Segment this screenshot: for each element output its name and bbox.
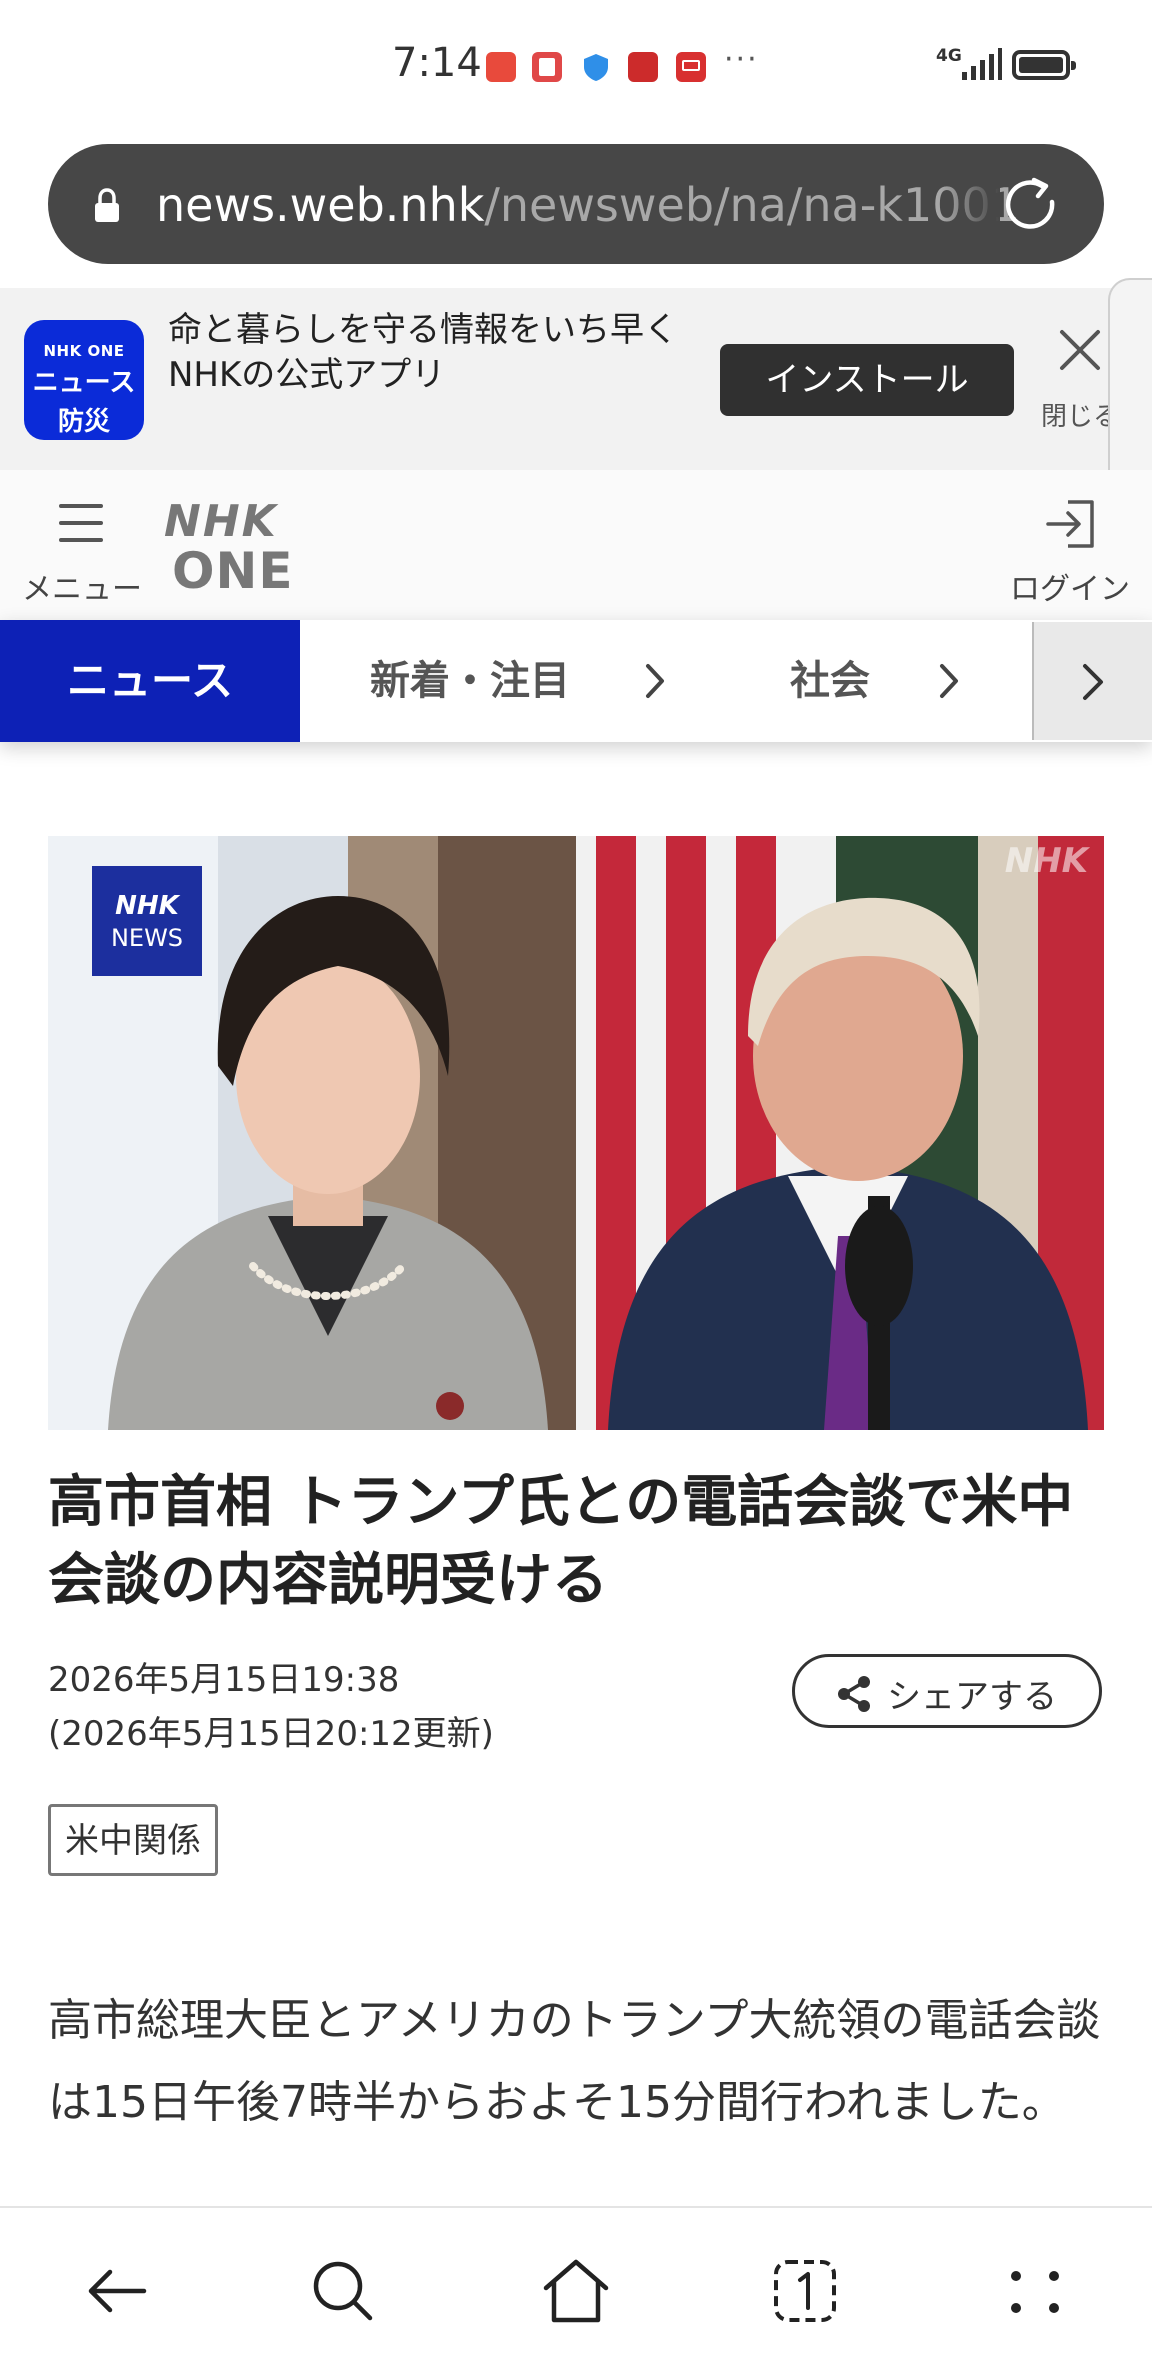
- nhk-watermark: NHK: [1005, 841, 1091, 881]
- updated-date: (2026年5月15日20:12更新): [48, 1714, 494, 1754]
- install-button[interactable]: インストール: [720, 344, 1014, 416]
- search-icon[interactable]: [306, 2254, 380, 2328]
- nav-tab-new-arrivals[interactable]: 新着・注目: [370, 620, 570, 742]
- login-icon[interactable]: [1044, 498, 1098, 550]
- menu-icon[interactable]: [56, 500, 106, 546]
- network-type-label: 4G: [936, 46, 962, 66]
- shield-icon: [584, 54, 608, 81]
- nhk-news-badge-top: NHK: [115, 891, 181, 921]
- topic-tag[interactable]: 米中関係: [48, 1804, 218, 1876]
- reload-icon[interactable]: [996, 172, 1064, 240]
- url-text[interactable]: news.web.nhk/newsweb/na/na-k1001: [156, 178, 1020, 232]
- menu-label[interactable]: メニュー: [22, 564, 142, 608]
- nhk-app-icon[interactable]: NHK ONE ニュース 防災: [24, 320, 144, 440]
- article-title: 高市首相 トランプ氏との電話会談で米中会談の内容説明受ける: [48, 1470, 1074, 1613]
- article-body: 高市総理大臣とアメリカのトランプ大統領の電話会談は15日午後7時半からおよそ15…: [48, 1995, 1101, 2128]
- lock-icon: [95, 188, 119, 222]
- url-fade-overlay: [940, 150, 1000, 258]
- chevron-right-icon: [646, 664, 664, 698]
- nhk-news-badge-bottom: NEWS: [111, 924, 183, 952]
- share-icon: [838, 1676, 870, 1712]
- share-button[interactable]: シェアする: [792, 1654, 1102, 1728]
- home-icon[interactable]: [538, 2254, 614, 2328]
- chevron-right-icon: [940, 664, 958, 698]
- nav-tab-society[interactable]: 社会: [790, 620, 870, 742]
- huawei-app-icon: [486, 52, 516, 82]
- banner-line2: NHKの公式アプリ: [168, 355, 446, 395]
- more-options-icon[interactable]: [998, 2254, 1072, 2328]
- chevron-right-icon: [1083, 664, 1103, 700]
- article-photo-illustration: NHK NEWS NHK: [48, 836, 1104, 1430]
- more-notifications-indicator: ···: [724, 42, 759, 77]
- tabs-icon[interactable]: [768, 2254, 842, 2328]
- one-logo[interactable]: ONE: [172, 542, 294, 600]
- published-date: 2026年5月15日19:38: [48, 1660, 400, 1700]
- tv-app-icon: [676, 52, 706, 82]
- signal-icon: [962, 48, 1002, 80]
- banner-line1: 命と暮らしを守る情報をいち早く: [168, 310, 678, 350]
- red-app-icon: [532, 52, 562, 82]
- back-arrow-icon[interactable]: [80, 2254, 154, 2328]
- status-clock: 7:14: [392, 40, 482, 86]
- nav-scroll-right-button[interactable]: [1032, 622, 1152, 740]
- nhk-logo[interactable]: NHK: [164, 496, 278, 547]
- login-label[interactable]: ログイン: [1008, 564, 1132, 608]
- nav-tab-news[interactable]: ニュース: [0, 620, 300, 742]
- banner-description: 命と暮らしを守る情報をいち早く NHKの公式アプリ: [168, 308, 688, 398]
- article-photo: NHK NEWS NHK: [48, 836, 1104, 1430]
- study-app-icon: [628, 52, 658, 82]
- battery-icon: [1012, 50, 1076, 80]
- share-label: シェアする: [887, 1677, 1057, 1717]
